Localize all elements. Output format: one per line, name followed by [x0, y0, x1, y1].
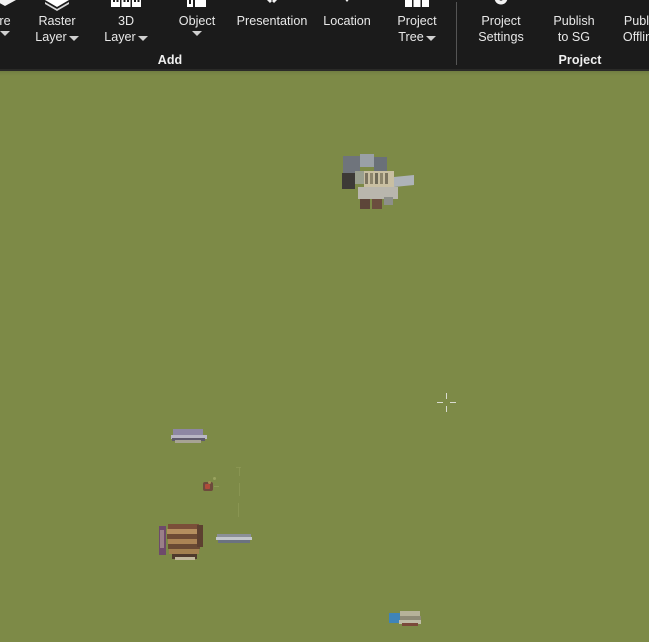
add-raster-layer-label-line1: Raster [38, 14, 76, 28]
ribbon-group-project-label: Project [558, 53, 602, 67]
3d-scene-viewport[interactable] [0, 71, 649, 642]
chevron-down-icon[interactable] [425, 35, 436, 41]
crosshair-cursor [437, 393, 456, 412]
add-raster-layer-button[interactable]: Raster Layer [26, 0, 88, 49]
add-location-button[interactable]: Location [316, 0, 378, 49]
raster-layer-icon [43, 0, 71, 13]
guide-point-1 [213, 477, 216, 480]
viewport-horizon-band [0, 71, 649, 76]
building-blue-south[interactable] [389, 611, 423, 629]
location-chevron-icon [334, 0, 360, 13]
add-feature-layer-label-line1: re [0, 14, 11, 28]
ribbon-group-divider [456, 2, 457, 65]
building-strip-south[interactable] [216, 534, 254, 545]
cube-row-icon [109, 0, 143, 13]
application-window: re Raster Layer 3D Layer Object Presenta… [0, 0, 649, 642]
presentation-x-icon [259, 0, 285, 13]
guide-point-2 [208, 481, 211, 484]
ribbon-group-add-label: Add [157, 53, 183, 67]
chevron-down-icon[interactable] [192, 30, 202, 36]
chevron-down-icon[interactable] [137, 35, 148, 41]
publish-offline-icon [628, 0, 649, 13]
publish-to-sg-label-line2: to SG [557, 29, 591, 44]
add-project-tree-label-line2: Tree [398, 30, 436, 46]
chevron-down-icon[interactable] [68, 35, 79, 41]
project-settings-button[interactable]: Project Settings [465, 0, 537, 49]
project-settings-label-line1: Project [481, 14, 521, 28]
add-3d-layer-label-line1: 3D [117, 14, 135, 28]
publish-offline-label-line2: Offline [622, 29, 649, 44]
add-presentation-button[interactable]: Presentation [225, 0, 319, 49]
gear-icon [487, 0, 515, 13]
add-presentation-label: Presentation [236, 14, 308, 28]
guide-line-2 [239, 483, 240, 496]
feature-layer-icon [0, 0, 18, 13]
add-object-button[interactable]: Object [167, 0, 227, 49]
building-cluster-north[interactable] [339, 152, 414, 210]
publish-offline-label-line1: Publis [623, 14, 649, 28]
add-project-tree-button[interactable]: Project Tree [386, 0, 448, 49]
ribbon-toolbar: re Raster Layer 3D Layer Object Presenta… [0, 0, 649, 71]
add-project-tree-label-line1: Project [397, 14, 437, 28]
publish-to-sg-label-line1: Publish [553, 14, 595, 28]
project-tree-bars-icon [402, 0, 432, 13]
add-3d-layer-label-line2: Layer [104, 30, 148, 46]
guide-line-3 [238, 503, 239, 517]
publish-to-sg-button[interactable]: Publish to SG [541, 0, 607, 49]
building-cluster-southwest[interactable] [159, 523, 213, 561]
ribbon-group-add: re Raster Layer 3D Layer Object Presenta… [0, 0, 456, 71]
guide-tick-1 [236, 467, 241, 468]
chevron-down-icon[interactable] [0, 30, 10, 36]
add-feature-layer-label-line2 [0, 30, 10, 36]
add-3d-layer-button[interactable]: 3D Layer [95, 0, 157, 49]
ribbon-group-project: Project Settings Publish to SG Publ Offl… [458, 0, 649, 71]
add-raster-layer-label-line2: Layer [35, 30, 79, 46]
building-flat-roof-west[interactable] [171, 429, 209, 445]
add-location-label: Location [323, 14, 371, 28]
add-object-dropdown[interactable] [192, 30, 202, 36]
guide-line-1 [239, 467, 240, 476]
project-settings-label-line2: Settings [478, 29, 524, 44]
publish-cloud-icon [561, 0, 587, 13]
object-blocks-icon [182, 0, 212, 13]
add-object-label: Object [178, 14, 216, 28]
add-feature-layer-button[interactable]: re [0, 0, 28, 49]
publish-offline-button[interactable]: Publis Offline [608, 0, 649, 49]
